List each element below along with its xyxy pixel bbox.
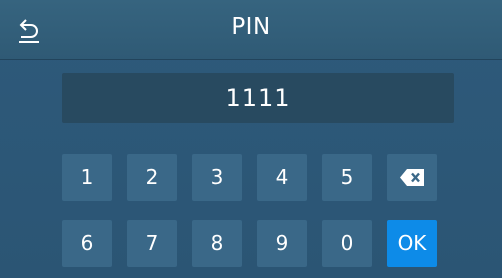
page-title: PIN xyxy=(231,14,271,40)
pin-display-field: 1111 xyxy=(62,73,454,123)
key-9[interactable]: 9 xyxy=(257,220,307,267)
key-2[interactable]: 2 xyxy=(127,154,177,201)
key-3[interactable]: 3 xyxy=(192,154,242,201)
key-1[interactable]: 1 xyxy=(62,154,112,201)
header-bar: PIN xyxy=(0,0,502,60)
ok-button[interactable]: OK xyxy=(387,220,437,267)
backspace-icon xyxy=(400,169,424,186)
key-4[interactable]: 4 xyxy=(257,154,307,201)
backspace-button[interactable] xyxy=(387,154,437,201)
key-6[interactable]: 6 xyxy=(62,220,112,267)
pin-entry-screen: PIN 1111 1 2 3 4 5 6 7 8 9 0 OK xyxy=(0,0,502,278)
key-5[interactable]: 5 xyxy=(322,154,372,201)
key-8[interactable]: 8 xyxy=(192,220,242,267)
key-0[interactable]: 0 xyxy=(322,220,372,267)
key-7[interactable]: 7 xyxy=(127,220,177,267)
